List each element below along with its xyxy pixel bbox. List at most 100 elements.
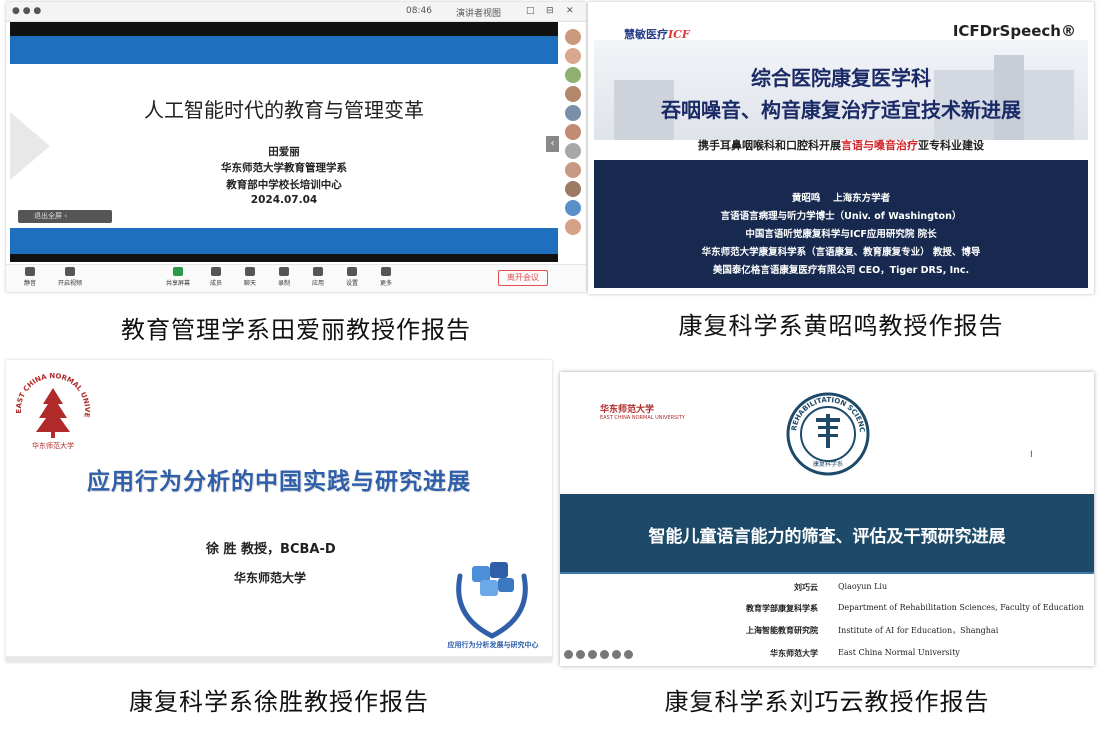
close-button[interactable]: ✕ bbox=[566, 6, 574, 16]
huimin-logo-text: 慧敏医疗 bbox=[624, 28, 668, 41]
speaker-line: 中国言语听觉康复科学与ICF应用研究院 院长 bbox=[745, 229, 937, 240]
meeting-window-topbar: ● ● ● 08:46 演讲者视图 □ ⊟ ✕ bbox=[6, 2, 586, 22]
minimize-button[interactable]: ⊟ bbox=[546, 6, 554, 16]
avatar[interactable] bbox=[565, 162, 581, 178]
meeting-toolbar: 静音 开启视频 共享屏幕 成员 聊天 录制 应用 设置 更多 离开会议 bbox=[6, 264, 586, 292]
exit-fullscreen-control[interactable]: 退出全屏 ‹ bbox=[18, 210, 112, 223]
share-label: 共享屏幕 bbox=[165, 280, 190, 287]
info-label: 刘巧云 bbox=[794, 582, 818, 592]
subtitle-highlight: 言语与嗓音治疗 bbox=[841, 139, 918, 152]
shared-slide: 人工智能时代的教育与管理变革 田爱丽 华东师范大学教育管理学系 教育部中学校长培… bbox=[10, 22, 558, 262]
avatar[interactable] bbox=[565, 219, 581, 235]
members-icon bbox=[211, 267, 221, 276]
prev-slide-icon[interactable] bbox=[564, 650, 573, 659]
mute-button[interactable]: 静音 bbox=[14, 267, 46, 287]
avatar[interactable] bbox=[565, 67, 581, 83]
zoom-icon[interactable] bbox=[600, 650, 609, 659]
avatar[interactable] bbox=[565, 86, 581, 102]
meeting-screenshot-panel: ● ● ● 08:46 演讲者视图 □ ⊟ ✕ 人工智能时代的教育与管理变革 田… bbox=[6, 2, 586, 292]
avatar[interactable] bbox=[565, 143, 581, 159]
aba-center-name: 应用行为分析发展与研究中心 bbox=[447, 641, 539, 649]
presentation-controls bbox=[564, 644, 636, 659]
settings-button[interactable]: 设置 bbox=[336, 267, 368, 287]
members-button[interactable]: 成员 bbox=[200, 267, 232, 287]
more-label: 更多 bbox=[379, 280, 392, 287]
subtitle-part-a: 携手耳鼻咽喉科和口腔科开展 bbox=[698, 139, 841, 152]
slide-band-black-bottom bbox=[10, 254, 558, 262]
collapse-panel-icon[interactable]: ‹ bbox=[546, 136, 559, 152]
mute-label: 静音 bbox=[23, 280, 36, 287]
speaker-info-block: 黄昭鸣 上海东方学者 言语语言病理与听力学博士（Univ. of Washing… bbox=[594, 160, 1088, 288]
huimin-logo: 慧敏医疗ICF bbox=[624, 26, 690, 42]
mouse-cursor-icon: I bbox=[1030, 450, 1033, 460]
apps-button[interactable]: 应用 bbox=[302, 267, 334, 287]
slide-title: 应用行为分析的中国实践与研究进展 bbox=[87, 469, 471, 495]
apps-icon bbox=[313, 267, 323, 276]
camera-icon bbox=[65, 267, 75, 276]
exit-fullscreen-label: 退出全屏 bbox=[34, 212, 62, 220]
ecnu-logo: 华东师范大学 EAST CHINA NORMAL UNIVERSITY bbox=[600, 402, 685, 421]
caption-panel1: 教育管理学系田爱丽教授作报告 bbox=[121, 316, 471, 344]
speaker-line: 华东师范大学康复科学系（言语康复、教育康复专业） 教授、博导 bbox=[701, 247, 981, 258]
view-mode-button[interactable]: 演讲者视图 bbox=[456, 6, 501, 19]
avatar[interactable] bbox=[565, 48, 581, 64]
chat-icon bbox=[245, 267, 255, 276]
info-value: East China Normal University bbox=[838, 648, 960, 657]
slide-title: 智能儿童语言能力的筛查、评估及干预研究进展 bbox=[648, 527, 1006, 547]
video-button[interactable]: 开启视频 bbox=[54, 267, 86, 287]
participant-list bbox=[562, 26, 584, 266]
share-screen-button[interactable]: 共享屏幕 bbox=[162, 267, 194, 287]
pen-icon[interactable] bbox=[588, 650, 597, 659]
info-label: 教育学部康复科学系 bbox=[746, 603, 818, 613]
slide-band-black bbox=[10, 22, 558, 36]
slide-bottom-bar bbox=[6, 656, 552, 662]
icf-slide-panel: 慧敏医疗ICF ICFDrSpeech® 综合医院康复医学科 吞咽噪音、构音康复… bbox=[588, 2, 1094, 294]
huimin-logo-icf: ICF bbox=[668, 28, 690, 41]
avatar[interactable] bbox=[565, 200, 581, 216]
icfdrspeech-logo: ICFDrSpeech® bbox=[952, 22, 1076, 40]
subtitle-part-b: 亚专科业建设 bbox=[918, 139, 984, 152]
slide-university: 华东师范大学 bbox=[234, 571, 307, 585]
slide-department: 华东师范大学教育管理学系 bbox=[221, 162, 347, 174]
clock-text: 08:46 bbox=[406, 6, 432, 16]
more-icon bbox=[381, 267, 391, 276]
record-label: 录制 bbox=[277, 280, 290, 287]
slide-subtitle: 携手耳鼻咽喉科和口腔科开展言语与嗓音治疗亚专科业建设 bbox=[594, 137, 1088, 153]
gear-icon bbox=[347, 267, 357, 276]
chat-button[interactable]: 聊天 bbox=[234, 267, 266, 287]
share-icon bbox=[173, 267, 183, 276]
members-label: 成员 bbox=[209, 280, 222, 287]
aba-center-logo-icon bbox=[456, 562, 528, 639]
slide-date: 2024.07.04 bbox=[250, 194, 318, 206]
record-button[interactable]: 录制 bbox=[268, 267, 300, 287]
slide-title-line2: 吞咽噪音、构音康复治疗适宜技术新进展 bbox=[661, 98, 1021, 122]
slide-title-line1: 综合医院康复医学科 bbox=[751, 66, 931, 90]
microphone-icon bbox=[25, 267, 35, 276]
slide-band-blue-top bbox=[10, 36, 558, 64]
apps-label: 应用 bbox=[311, 280, 324, 287]
avatar[interactable] bbox=[565, 124, 581, 140]
info-value: Department of Rehabilitation Sciences, F… bbox=[838, 603, 1084, 612]
more-icon[interactable] bbox=[624, 650, 633, 659]
avatar[interactable] bbox=[565, 105, 581, 121]
leave-meeting-button[interactable]: 离开会议 bbox=[498, 270, 548, 286]
next-slide-icon[interactable] bbox=[576, 650, 585, 659]
avatar[interactable] bbox=[565, 29, 581, 45]
info-value: Qiaoyun Liu bbox=[838, 582, 888, 591]
video-label: 开启视频 bbox=[57, 280, 82, 287]
record-icon bbox=[279, 267, 289, 276]
speaker-line: 言语语言病理与听力学博士（Univ. of Washington） bbox=[720, 211, 962, 222]
slide-title: 人工智能时代的教育与管理变革 bbox=[144, 98, 424, 122]
restore-button[interactable]: □ bbox=[526, 6, 535, 16]
slide-speaker: 徐 胜 教授，BCBA-D bbox=[206, 542, 336, 557]
speaker-line: 黄昭鸣 上海东方学者 bbox=[791, 193, 891, 204]
avatar[interactable] bbox=[565, 181, 581, 197]
emblem-cn-text: 康复科学系 bbox=[813, 460, 843, 468]
grid-icon[interactable] bbox=[612, 650, 621, 659]
seal-cn-text: 华东师范大学 bbox=[32, 441, 74, 450]
info-label: 上海智能教育研究院 bbox=[746, 625, 818, 635]
chat-label: 聊天 bbox=[243, 280, 256, 287]
more-button[interactable]: 更多 bbox=[370, 267, 402, 287]
window-controls-icon: ● ● ● bbox=[12, 6, 42, 16]
rehab-sciences-emblem-icon: REHABILITATION SCIENCES 康复科学系 bbox=[786, 392, 870, 476]
